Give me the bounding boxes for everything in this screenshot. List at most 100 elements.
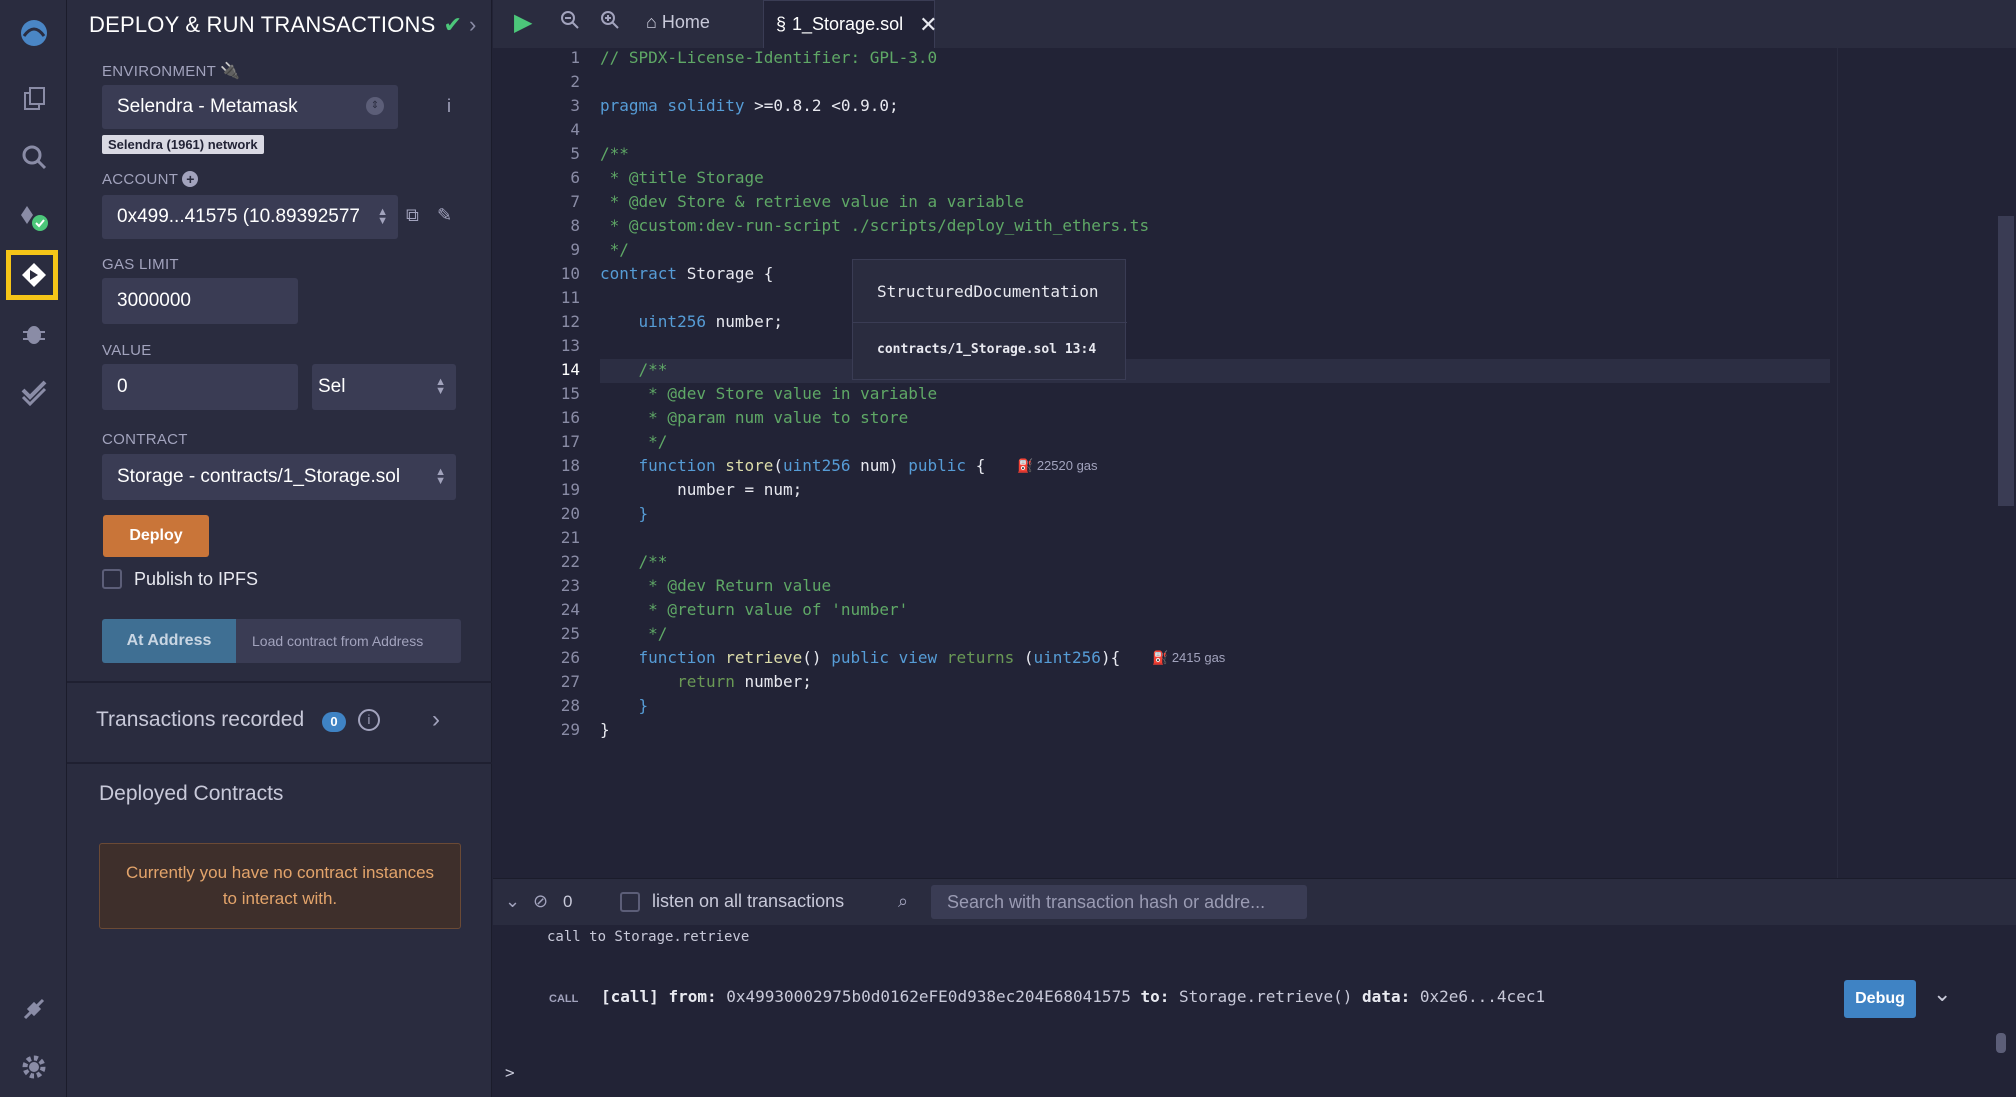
chevron-right-icon[interactable]: › [469, 12, 477, 38]
transaction-search-input[interactable] [931, 885, 1307, 919]
transactions-recorded-title[interactable]: Transactions recorded [96, 708, 304, 732]
deploy-button[interactable]: Deploy [103, 515, 209, 557]
zoom-in-icon[interactable] [600, 10, 620, 36]
code-line-1: // SPDX-License-Identifier: GPL-3.0 [600, 48, 938, 67]
code-line-17: */ [600, 432, 668, 451]
file-explorer-icon[interactable] [0, 70, 67, 128]
call-details[interactable]: [call] from: 0x49930002975b0d0162eFE0d93… [601, 987, 1545, 1006]
code-editor[interactable]: 1 2 3 4 5 6 7 8 9 10 11 12 13 14 15 16 17 18 19 20 21 22 23 24 2… [493, 48, 2016, 878]
code-line-5: /** [600, 144, 629, 163]
pending-tx-count: 0 [563, 892, 573, 911]
gas-pump-icon: ⛽ [1152, 650, 1169, 665]
code-minimap[interactable] [1837, 48, 1997, 878]
line-number: 16 [560, 408, 580, 427]
code-line-24: * @return value of 'number' [600, 600, 909, 619]
code-line-26: function retrieve() public view returns … [600, 648, 1121, 667]
at-address-button[interactable]: At Address [102, 619, 236, 663]
line-number: 6 [570, 168, 580, 187]
load-address-input[interactable]: Load contract from Address [236, 619, 461, 663]
code-line-15: * @dev Store value in variable [600, 384, 938, 403]
environment-label: ENVIRONMENT 🔌 [102, 63, 241, 80]
publish-ipfs-label: Publish to IPFS [134, 569, 259, 589]
check-icon: ✔ [443, 12, 463, 37]
debugger-icon[interactable] [0, 304, 67, 362]
tab-home-label: Home [661, 12, 710, 32]
no-contract-alert: Currently you have no contract instances… [99, 843, 461, 929]
select-arrows-icon: ⇕ [366, 97, 384, 115]
code-line-16: * @param num value to store [600, 408, 909, 427]
line-number: 18 [560, 456, 580, 475]
line-number: 15 [560, 384, 580, 403]
environment-value: Selendra - Metamask [117, 96, 298, 117]
code-line-25: */ [600, 624, 668, 643]
line-number: 22 [560, 552, 580, 571]
edit-icon[interactable]: ✎ [437, 205, 452, 226]
line-number: 28 [560, 696, 580, 715]
contract-value: Storage - contracts/1_Storage.sol [117, 466, 401, 487]
deploy-run-icon[interactable] [0, 246, 67, 304]
environment-select[interactable]: Selendra - Metamask ⇕ [102, 85, 398, 129]
line-number-gutter: 1 2 3 4 5 6 7 8 9 10 11 12 13 14 15 16 17 18 19 20 21 22 23 24 2… [493, 48, 600, 878]
unit-testing-icon[interactable] [0, 362, 67, 420]
account-value: 0x499...41575 (10.89392577 [117, 206, 360, 227]
code-line-19: number = num; [600, 480, 803, 499]
plugin-manager-icon[interactable] [0, 980, 67, 1038]
editor-scroll-thumb[interactable] [1998, 216, 2014, 506]
gas-limit-value: 3000000 [117, 290, 191, 311]
chevron-right-icon[interactable]: › [432, 706, 440, 734]
line-number: 12 [560, 312, 580, 331]
line-number: 1 [570, 48, 580, 67]
deployed-contracts-title: Deployed Contracts [99, 782, 284, 805]
run-play-icon[interactable]: ▶ [514, 8, 532, 37]
code-line-22: /** [600, 552, 668, 571]
search-icon[interactable] [0, 128, 67, 186]
line-number: 27 [560, 672, 580, 691]
terminal-scroll-thumb[interactable] [1996, 1033, 2006, 1053]
console-prompt[interactable]: > [505, 1063, 515, 1082]
tab-file-label: 1_Storage.sol [792, 14, 904, 34]
listen-all-checkbox[interactable] [620, 892, 640, 912]
line-number: 8 [570, 216, 580, 235]
plus-circle-icon[interactable]: + [182, 171, 199, 187]
solidity-file-icon: § [776, 14, 787, 34]
tooltip-location: contracts/1_Storage.sol 13:4 [877, 342, 1097, 357]
value-unit-select[interactable]: Sel ▲ ▼ [312, 364, 456, 410]
line-number: 25 [560, 624, 580, 643]
transactions-count-badge: 0 [322, 712, 346, 732]
contract-select[interactable]: Storage - contracts/1_Storage.sol ▲ ▼ [102, 454, 456, 500]
zoom-out-icon[interactable] [560, 10, 580, 36]
editor-tabs-bar: ▶ ⌂ Home § 1_Storage.sol ✕ [493, 0, 2016, 48]
line-number: 11 [560, 288, 580, 307]
debug-button[interactable]: Debug [1844, 980, 1916, 1018]
settings-gear-icon[interactable] [0, 1038, 67, 1096]
account-select[interactable]: 0x499...41575 (10.89392577 ▲ ▼ [102, 195, 398, 239]
line-number: 3 [570, 96, 580, 115]
solidity-compiler-icon[interactable] [0, 188, 67, 246]
value-input[interactable]: 0 [102, 364, 298, 410]
chevron-down-icon[interactable]: ⌄ [1933, 981, 1951, 1007]
close-icon[interactable]: ✕ [919, 12, 937, 38]
code-line-6: * @title Storage [600, 168, 764, 187]
line-number: 14 [560, 360, 580, 379]
panel-title: DEPLOY & RUN TRANSACTIONS ✔ › [89, 12, 476, 38]
code-line-23: * @dev Return value [600, 576, 832, 595]
line-number: 10 [560, 264, 580, 283]
gas-limit-input[interactable]: 3000000 [102, 278, 298, 324]
chevron-double-down-icon[interactable]: ⌄ [505, 891, 520, 912]
info-icon[interactable]: i [447, 96, 451, 117]
remix-logo-icon[interactable] [0, 4, 67, 62]
tab-home[interactable]: ⌂ Home [646, 12, 710, 33]
tab-1-storage-sol[interactable]: § 1_Storage.sol ✕ [763, 0, 938, 48]
listen-all-label: listen on all transactions [652, 891, 845, 911]
clear-console-icon[interactable]: ⊘ [533, 891, 548, 912]
code-line-18: function store(uint256 num) public { [600, 456, 986, 475]
line-number: 4 [570, 120, 580, 139]
info-circle-icon[interactable]: i [358, 709, 380, 731]
gas-pump-icon: ⛽ [1017, 458, 1034, 473]
account-label: ACCOUNT + [102, 171, 199, 188]
log-line: call to Storage.retrieve [547, 929, 750, 945]
select-arrows-icon: ▲ ▼ [435, 466, 446, 487]
copy-icon[interactable]: ⧉ [406, 205, 419, 226]
publish-ipfs-checkbox[interactable] [102, 569, 122, 589]
code-line-20: } [600, 504, 649, 523]
